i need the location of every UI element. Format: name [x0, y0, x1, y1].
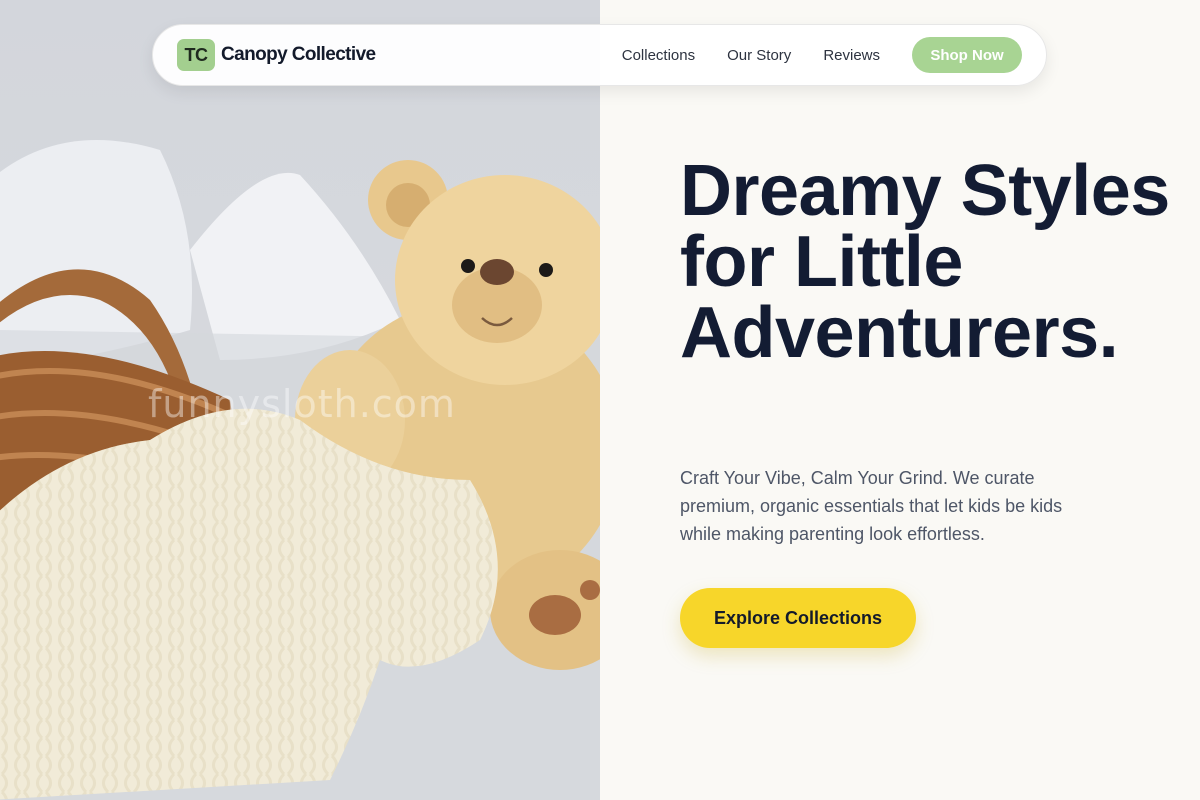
shop-now-button[interactable]: Shop Now	[912, 37, 1022, 73]
hero-image: funnysloth.com	[0, 0, 600, 800]
nav-links: Collections Our Story Reviews	[622, 47, 880, 64]
nav-link-reviews[interactable]: Reviews	[823, 47, 880, 64]
image-watermark: funnysloth.com	[148, 382, 456, 426]
nav-link-our-story[interactable]: Our Story	[727, 47, 791, 64]
logo-badge[interactable]: TC	[177, 39, 215, 71]
brand-name[interactable]: Canopy Collective	[221, 44, 376, 66]
hero-subtext: Craft Your Vibe, Calm Your Grind. We cur…	[680, 468, 1063, 544]
top-navbar: TC Canopy Collective Collections Our Sto…	[152, 24, 1047, 86]
hero-content-panel	[600, 0, 1200, 800]
hero-headline: Dreamy Styles for Little Adventurers.	[680, 151, 1170, 373]
explore-collections-button[interactable]: Explore Collections	[680, 588, 916, 648]
nav-link-collections[interactable]: Collections	[622, 47, 695, 64]
